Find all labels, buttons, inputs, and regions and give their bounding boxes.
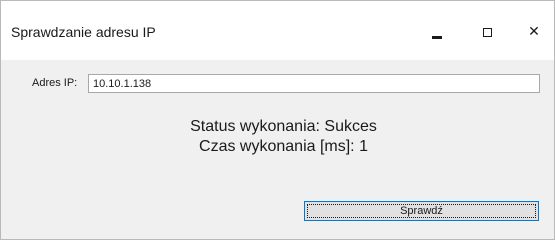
close-button[interactable]: ✕ — [511, 15, 555, 49]
execution-status-text: Status wykonania: Sukces — [190, 118, 377, 135]
check-button-label: Sprawdź — [400, 204, 443, 217]
close-icon: ✕ — [528, 24, 540, 40]
app-window: Sprawdzanie adresu IP ✕ Adres IP: Status… — [0, 0, 555, 240]
window-title: Sprawdzanie adresu IP — [11, 24, 156, 40]
maximize-icon — [482, 27, 492, 37]
execution-time-text: Czas wykonania [ms]: 1 — [199, 138, 368, 155]
minimize-button[interactable] — [414, 15, 460, 49]
title-bar[interactable]: Sprawdzanie adresu IP ✕ — [1, 1, 554, 60]
maximize-button[interactable] — [464, 15, 510, 49]
minimize-icon — [432, 35, 442, 39]
ip-address-label: Adres IP: — [32, 77, 78, 89]
ip-address-input[interactable] — [88, 74, 540, 93]
check-button[interactable]: Sprawdź — [304, 201, 539, 221]
